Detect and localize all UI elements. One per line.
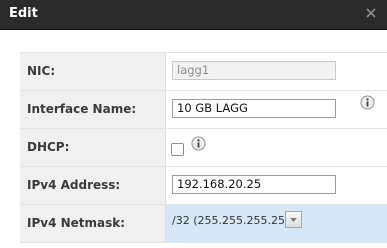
interface-name-row: Interface Name: 10 GB LAGG — [20, 91, 387, 129]
dialog-title: Edit — [9, 6, 38, 21]
chevron-down-icon[interactable] — [285, 211, 302, 228]
ipv4-address-row: IPv4 Address: 192.168.20.25 — [20, 167, 387, 205]
dhcp-label-cell: DHCP: — [20, 129, 166, 166]
edit-form: NIC: lagg1 Interface Name: 10 GB LAGG DH… — [20, 52, 387, 243]
nic-value-cell: lagg1 — [166, 53, 387, 90]
dhcp-label: DHCP: — [27, 140, 70, 154]
interface-name-input[interactable]: 10 GB LAGG — [172, 99, 336, 118]
ipv4-netmask-row: IPv4 Netmask: /32 (255.255.255.255) — [20, 205, 387, 243]
dhcp-checkbox[interactable] — [171, 143, 184, 156]
interface-name-label-cell: Interface Name: — [20, 91, 166, 128]
ipv4-netmask-select[interactable]: /32 (255.255.255.255) — [172, 211, 304, 231]
interface-name-value-cell: 10 GB LAGG — [166, 91, 387, 128]
nic-row: NIC: lagg1 — [20, 53, 387, 91]
ipv4-address-value-cell: 192.168.20.25 — [166, 167, 387, 204]
interface-name-label: Interface Name: — [27, 102, 137, 116]
ipv4-address-input[interactable]: 192.168.20.25 — [172, 175, 336, 194]
dhcp-value-cell — [166, 129, 387, 166]
ipv4-netmask-label: IPv4 Netmask: — [27, 216, 126, 230]
info-icon[interactable] — [360, 95, 375, 110]
dhcp-row: DHCP: — [20, 129, 387, 167]
ipv4-netmask-value: /32 (255.255.255.255) — [172, 214, 297, 227]
close-icon[interactable] — [364, 6, 378, 20]
dialog-titlebar: Edit — [0, 0, 387, 30]
nic-label: NIC: — [27, 64, 56, 78]
ipv4-netmask-label-cell: IPv4 Netmask: — [20, 205, 166, 242]
ipv4-address-label-cell: IPv4 Address: — [20, 167, 166, 204]
ipv4-address-label: IPv4 Address: — [27, 178, 121, 192]
nic-field: lagg1 — [172, 61, 336, 80]
ipv4-netmask-value-cell: /32 (255.255.255.255) — [166, 205, 387, 242]
info-icon[interactable] — [191, 136, 206, 151]
nic-label-cell: NIC: — [20, 53, 166, 90]
